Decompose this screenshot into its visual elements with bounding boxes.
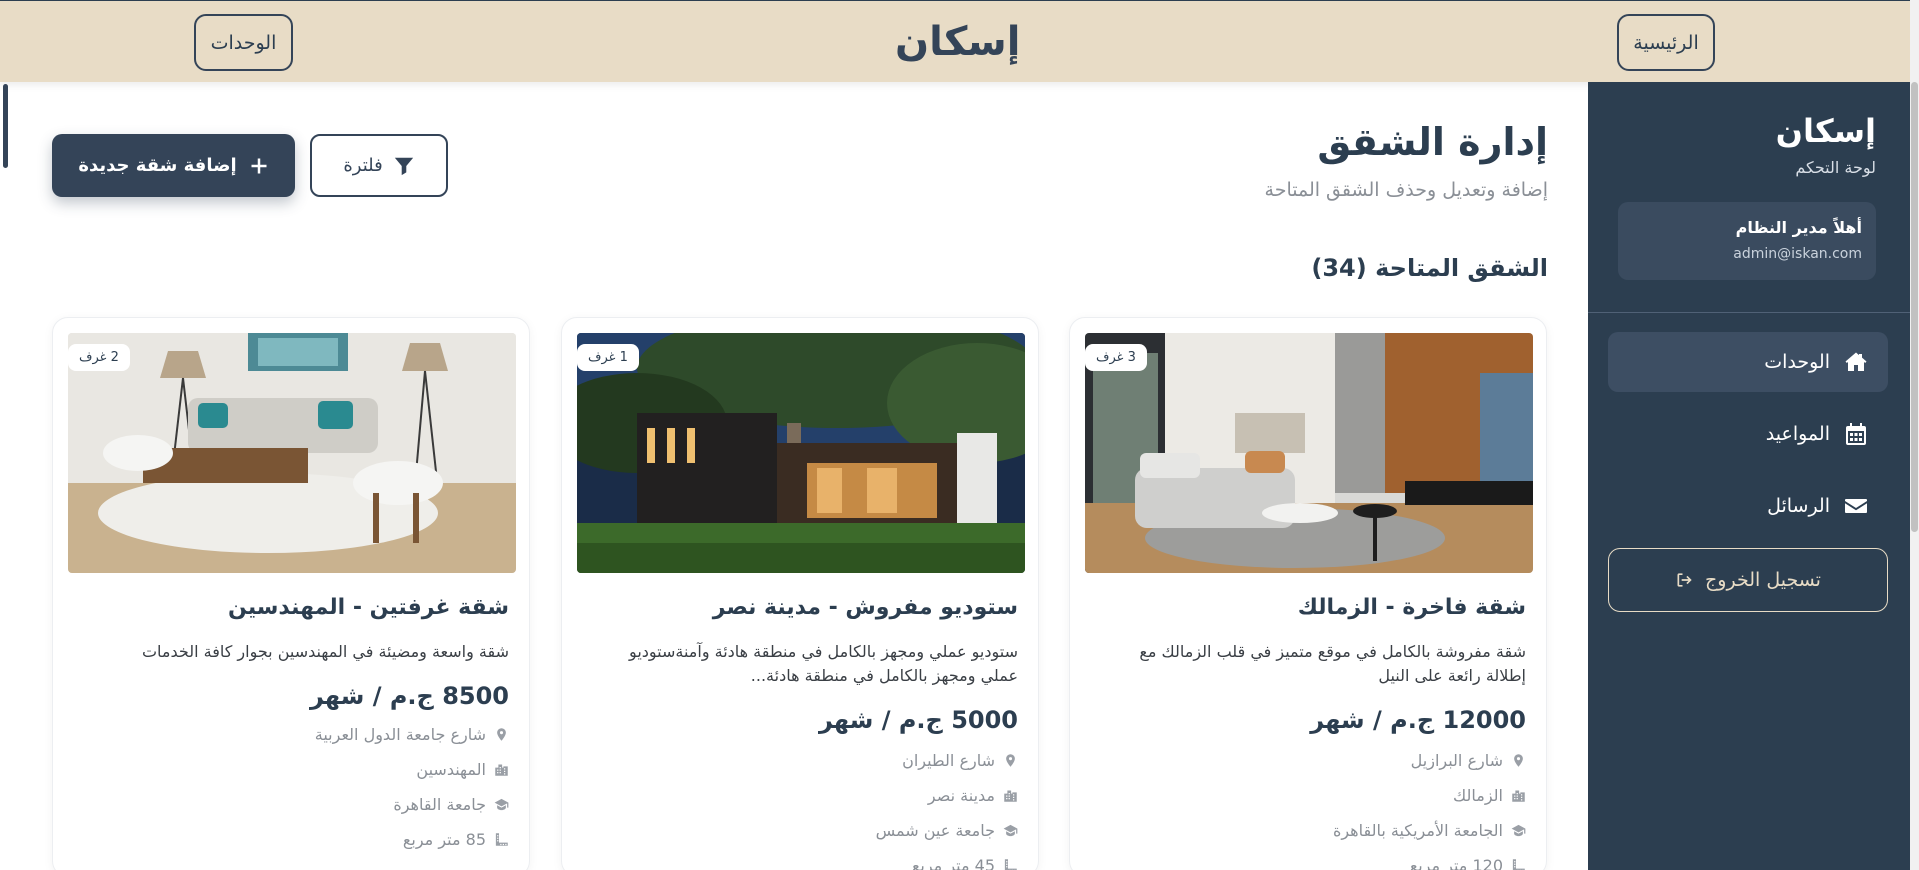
- university-text: جامعة القاهرة: [393, 795, 486, 814]
- apartment-university: جامعة عين شمس: [876, 821, 1018, 840]
- university-text: جامعة عين شمس: [875, 821, 995, 840]
- apartment-photo[interactable]: [577, 333, 1025, 573]
- ruler-icon: [1004, 859, 1017, 870]
- sidebar: إسكان لوحة التحكم أهلاً مدير النظام admi…: [1588, 82, 1910, 870]
- rooms-badge: 3 غرف: [1085, 344, 1147, 371]
- area-text: 120 متر مربع: [1409, 856, 1503, 870]
- apartment-address: شارع البرازيل: [1411, 751, 1526, 770]
- area-text: 85 متر مربع: [402, 830, 486, 849]
- apartment-price: 8500 ج.م / شهر: [309, 682, 509, 710]
- map-marker-icon: [1006, 754, 1015, 767]
- apartment-card[interactable]: 3 غرف شقة فاخرة - الزمالك شقة مفروشة بال…: [1069, 317, 1547, 870]
- sidebar-item-label: الرسائل: [1767, 495, 1830, 517]
- user-email: admin@iskan.com: [1733, 246, 1862, 262]
- apartment-area: 85 متر مربع: [403, 830, 509, 849]
- filter-label: فلترة: [343, 155, 383, 176]
- graduation-cap-icon: [1003, 824, 1018, 837]
- university-text: الجامعة الأمريكية بالقاهرة: [1332, 821, 1503, 840]
- plus-icon: [251, 158, 267, 173]
- envelope-icon: [1845, 499, 1867, 513]
- district-text: المهندسين: [416, 760, 486, 779]
- apartment-photo[interactable]: [68, 333, 516, 573]
- address-text: شارع الطيران: [902, 751, 995, 770]
- top-navbar: الوحدات إسكان الرئيسية: [0, 0, 1910, 82]
- calendar-icon: [1846, 423, 1866, 445]
- district-text: مدينة نصر: [927, 786, 995, 805]
- brand-logo-text[interactable]: إسكان: [895, 19, 1020, 65]
- sidebar-item-units[interactable]: الوحدات: [1608, 332, 1888, 392]
- sign-out-icon: [1677, 573, 1692, 587]
- user-greeting: أهلاً مدير النظام: [1735, 218, 1862, 237]
- city-icon: [1512, 790, 1525, 802]
- apartments-count-title: الشقق المتاحة (34): [1311, 254, 1548, 282]
- city-icon: [1004, 790, 1017, 802]
- apartment-area: 45 متر مربع: [912, 856, 1018, 870]
- apartment-title[interactable]: شقة غرفتين - المهندسين: [228, 595, 509, 620]
- address-text: شارع البرازيل: [1410, 751, 1503, 770]
- city-icon: [495, 764, 508, 776]
- apartment-price: 5000 ج.م / شهر: [818, 706, 1018, 734]
- filter-button[interactable]: فلترة: [310, 134, 448, 197]
- graduation-cap-icon: [494, 798, 509, 811]
- apartment-card[interactable]: 1 غرف ستوديو مفروش - مدينة نصر ستوديو عم…: [561, 317, 1039, 870]
- page-scrollbar-thumb[interactable]: [1911, 82, 1918, 532]
- add-apartment-label: إضافة شقة جديدة: [78, 155, 237, 176]
- user-info-card: أهلاً مدير النظام admin@iskan.com: [1618, 202, 1876, 280]
- page-subtitle: إضافة وتعديل وحذف الشقق المتاحة: [1264, 179, 1548, 201]
- sidebar-title: إسكان: [1775, 112, 1876, 150]
- address-text: شارع جامعة الدول العربية: [314, 725, 486, 744]
- map-marker-icon: [1514, 754, 1523, 767]
- apartment-address: شارع جامعة الدول العربية: [315, 725, 509, 744]
- ruler-icon: [495, 833, 508, 846]
- logout-button[interactable]: تسجيل الخروج: [1608, 548, 1888, 612]
- apartment-address: شارع الطيران: [902, 751, 1018, 770]
- district-text: الزمالك: [1453, 786, 1503, 805]
- living-room-photo: [68, 333, 516, 573]
- home-icon: [1845, 352, 1867, 371]
- house-exterior-photo: [577, 333, 1025, 573]
- rooms-badge: 1 غرف: [577, 344, 639, 371]
- apartment-university: الجامعة الأمريكية بالقاهرة: [1333, 821, 1526, 840]
- sidebar-item-label: الوحدات: [1764, 351, 1830, 373]
- filter-icon: [394, 157, 413, 175]
- map-marker-icon: [497, 728, 506, 741]
- apartment-district: الزمالك: [1453, 786, 1526, 805]
- rooms-badge: 2 غرف: [68, 344, 130, 371]
- nav-home-button[interactable]: الرئيسية: [1617, 14, 1715, 71]
- apartment-description: شقة مفروشة بالكامل في موقع متميز في قلب …: [1139, 642, 1526, 685]
- apartment-university: جامعة القاهرة: [393, 795, 509, 814]
- apartment-photo[interactable]: [1085, 333, 1533, 573]
- apartment-area: 120 متر مربع: [1410, 856, 1526, 870]
- sidebar-item-messages[interactable]: الرسائل: [1608, 476, 1888, 536]
- apartment-description: شقة واسعة ومضيئة في المهندسين بجوار كافة…: [141, 642, 509, 661]
- living-room-photo: [1085, 333, 1533, 573]
- area-text: 45 متر مربع: [911, 856, 995, 870]
- sidebar-item-label: المواعيد: [1765, 423, 1830, 445]
- content-scrollbar-thumb[interactable]: [3, 84, 8, 168]
- ruler-icon: [1512, 859, 1525, 870]
- add-apartment-button[interactable]: إضافة شقة جديدة: [52, 134, 295, 197]
- apartment-price: 12000 ج.م / شهر: [1310, 706, 1526, 734]
- apartment-district: المهندسين: [416, 760, 509, 779]
- logout-label: تسجيل الخروج: [1705, 569, 1821, 591]
- apartment-card[interactable]: 2 غرف شقة غرفتين - المهندسين شقة واسعة و…: [52, 317, 530, 870]
- nav-units-button[interactable]: الوحدات: [194, 14, 293, 71]
- page-title: إدارة الشقق: [1317, 120, 1548, 164]
- apartment-title[interactable]: شقة فاخرة - الزمالك: [1298, 595, 1526, 620]
- graduation-cap-icon: [1511, 824, 1526, 837]
- apartment-district: مدينة نصر: [928, 786, 1018, 805]
- sidebar-divider: [1588, 312, 1910, 313]
- sidebar-item-appointments[interactable]: المواعيد: [1608, 404, 1888, 464]
- sidebar-subtitle: لوحة التحكم: [1795, 158, 1876, 177]
- apartment-title[interactable]: ستوديو مفروش - مدينة نصر: [713, 595, 1018, 620]
- apartment-description: ستوديو عملي ومجهز بالكامل في منطقة هادئة…: [629, 642, 1018, 685]
